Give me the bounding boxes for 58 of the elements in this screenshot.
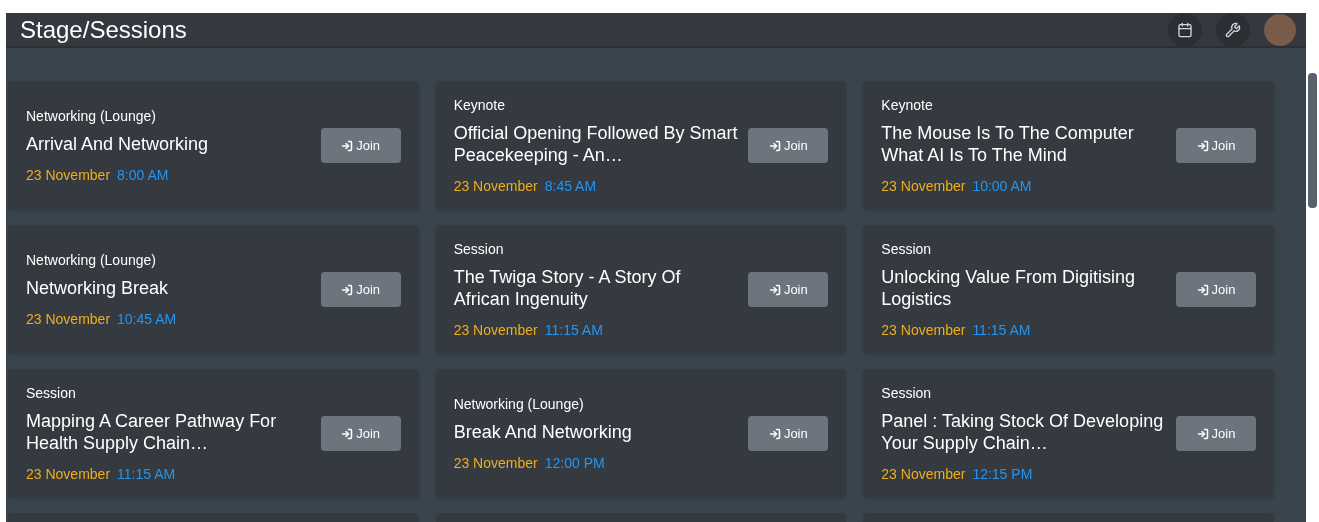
join-button[interactable]: Join [748, 416, 829, 451]
session-title: The Mouse Is To The Computer What AI Is To The Mind [881, 121, 1135, 166]
session-time: 10:45 AM [117, 309, 177, 329]
session-time: 11:15 AM [117, 464, 176, 484]
session-time: 8:45 AM [544, 176, 597, 196]
join-button[interactable]: Join [748, 128, 829, 163]
join-button[interactable]: Join [748, 272, 829, 307]
session-title: Networking Break [26, 276, 170, 299]
join-button[interactable]: Join [320, 416, 401, 451]
sign-in-icon [341, 283, 354, 296]
join-button[interactable]: Join [1176, 128, 1256, 163]
sign-in-icon [1196, 427, 1209, 440]
session-category: Networking (Lounge) [453, 394, 585, 414]
join-button[interactable]: Join [1176, 416, 1256, 451]
session-category: Session [453, 239, 505, 259]
session-title: Unlocking Value From Digitising Logistics [881, 265, 1137, 310]
session-category: Session [881, 383, 933, 403]
session-date: 23 November [881, 320, 966, 340]
session-category: Keynote [881, 95, 934, 115]
scrollbar-thumb[interactable] [1308, 73, 1317, 208]
join-button[interactable]: Join [320, 272, 401, 307]
session-time: 8:00 AM [117, 165, 169, 185]
session-title: Mapping A Career Pathway For Health Supply Chain… [26, 409, 278, 454]
page-title: Stage/Sessions [20, 14, 188, 45]
session-category: Networking (Lounge) [26, 106, 157, 126]
session-time: 10:00 AM [972, 176, 1032, 196]
sign-in-icon [1196, 283, 1209, 296]
session-date: 23 November [881, 176, 966, 196]
sign-in-icon [341, 427, 354, 440]
session-category: Keynote [453, 95, 507, 115]
session-title: Arrival And Networking [26, 132, 210, 155]
session-title: Panel : Taking Stock Of Developing Your Supply Chain… [881, 409, 1165, 454]
join-button[interactable]: Join [320, 128, 401, 163]
session-date: 23 November [453, 320, 538, 340]
session-time: 12:00 PM [544, 453, 605, 473]
session-category: Session [26, 383, 77, 403]
session-title: The Twiga Story - A Story Of African Ingenuity [453, 265, 682, 310]
wrench-icon[interactable] [1216, 12, 1250, 47]
sign-in-icon [341, 139, 354, 152]
session-date: 23 November [453, 176, 538, 196]
session-time: 12:15 PM [972, 464, 1033, 484]
session-time: 11:15 AM [544, 320, 603, 340]
sign-in-icon [768, 139, 781, 152]
session-category: Session [881, 239, 933, 259]
sign-in-icon [1196, 139, 1209, 152]
sign-in-icon [768, 283, 781, 296]
session-category: Networking (Lounge) [26, 250, 157, 270]
calendar-icon[interactable] [1168, 12, 1202, 47]
session-title: Official Opening Followed By Smart Peacekeeping - An… [453, 121, 739, 166]
session-date: 23 November [26, 165, 111, 185]
session-date: 23 November [881, 464, 966, 484]
session-date: 23 November [26, 464, 111, 484]
session-date: 23 November [26, 309, 111, 329]
session-date: 23 November [453, 453, 538, 473]
join-button[interactable]: Join [1176, 272, 1256, 307]
sign-in-icon [768, 427, 781, 440]
session-title: Break And Networking [453, 420, 633, 443]
session-time: 11:15 AM [972, 320, 1031, 340]
